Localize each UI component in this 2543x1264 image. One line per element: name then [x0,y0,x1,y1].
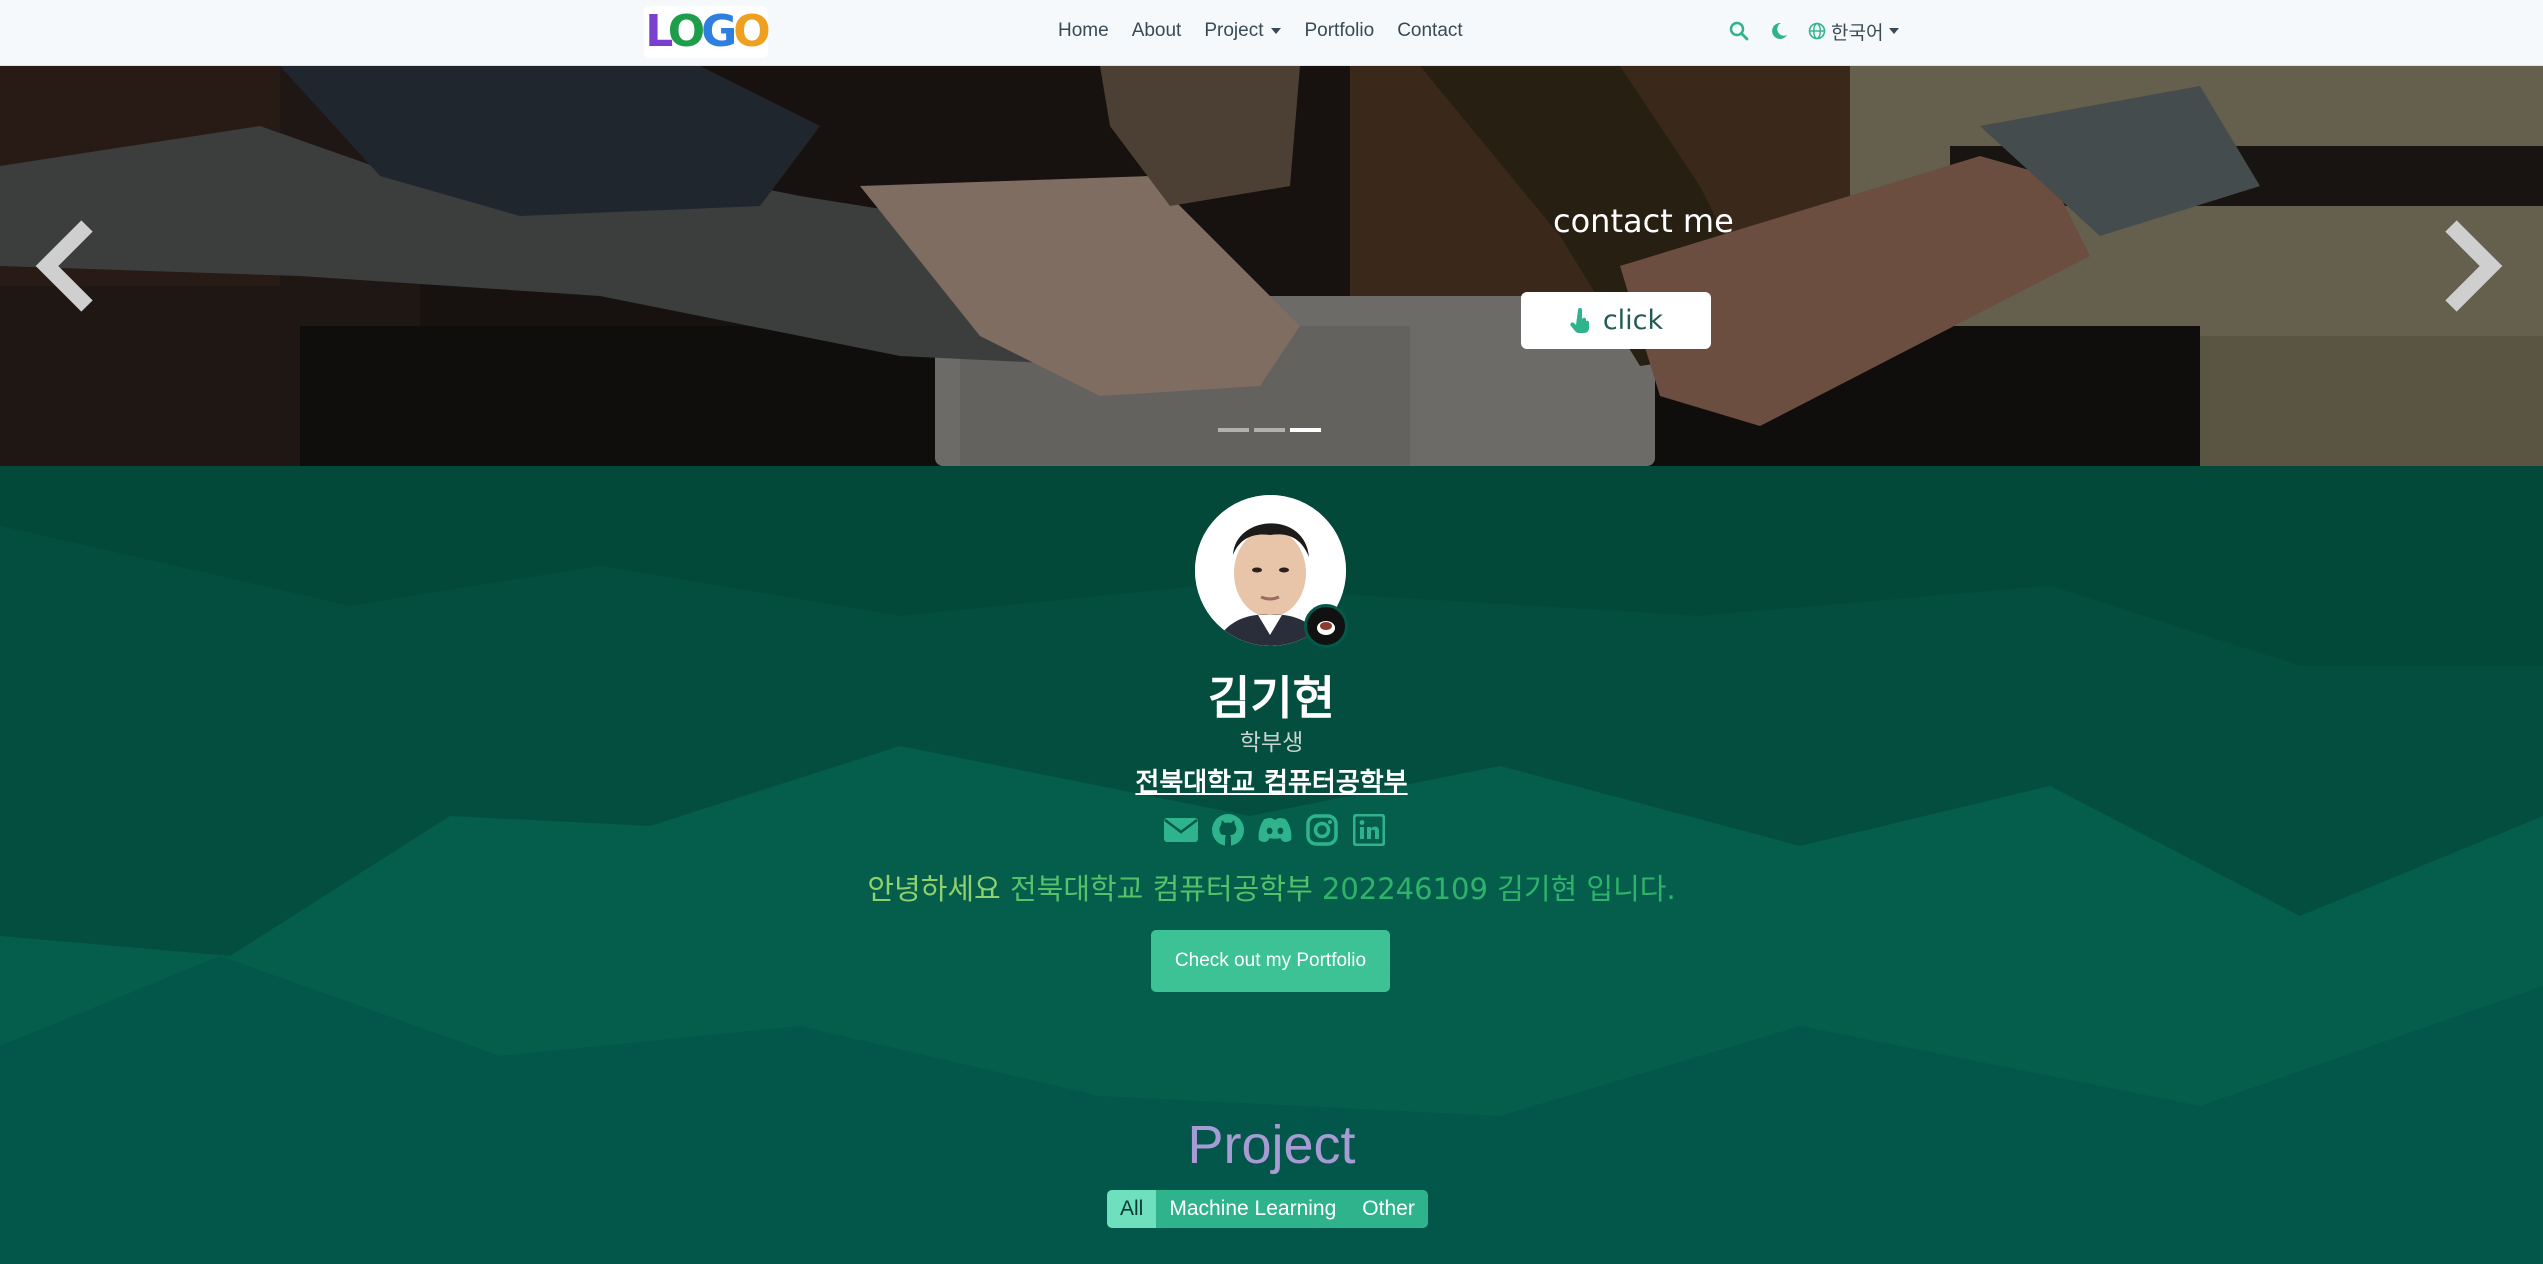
chevron-right-icon [2445,220,2503,312]
portfolio-cta-button[interactable]: Check out my Portfolio [1151,930,1390,992]
nav-links: Home About Project Portfolio Contact [1058,0,1486,62]
linkedin-icon[interactable] [1351,813,1387,847]
carousel-caption: contact me [1553,202,1734,240]
logo[interactable]: LOGO [644,6,771,58]
profile-name: 김기현 [1208,671,1335,725]
language-label: 한국어 [1831,21,1884,44]
carousel-indicator-2[interactable] [1254,428,1285,432]
nav-contact[interactable]: Contact [1397,20,1462,42]
filter-other-button[interactable]: Other [1349,1190,1428,1228]
profile-role: 학부생 [1239,730,1304,756]
social-links [1163,813,1398,847]
navbar: LOGO Home About Project Portfolio Contac… [0,0,2543,66]
carousel-click-button[interactable]: click [1521,292,1711,349]
hero-carousel: contact me click [0,66,2543,466]
nav-about[interactable]: About [1132,20,1182,42]
profile-section: 김기현 학부생 전북대학교 컴퓨터공학부 안녕하세요 전북대학교 컴퓨터공학부 … [0,466,2543,1264]
carousel-indicator-3[interactable] [1290,428,1321,432]
profile-school-link[interactable]: 전북대학교 컴퓨터공학부 [0,762,2543,799]
chevron-left-icon [35,220,93,312]
github-icon[interactable] [1210,813,1246,847]
intro-school: 전북대학교 컴퓨터공학부 [1009,872,1313,906]
discord-icon[interactable] [1257,813,1293,847]
instagram-icon[interactable] [1304,813,1340,847]
carousel-click-label: click [1602,305,1664,336]
carousel-slide-image [0,66,2543,466]
project-filter-group: All Machine Learning Other [1107,1190,1428,1228]
language-dropdown[interactable]: 한국어 [1808,18,1900,45]
nav-right: 한국어 [1728,0,1900,62]
nav-project-label: Project [1204,20,1264,41]
carousel-caption-title: contact me [1553,202,1734,240]
envelope-icon[interactable] [1163,813,1199,847]
moon-icon[interactable] [1768,20,1790,42]
carousel-prev-button[interactable] [32,216,102,316]
filter-all-button[interactable]: All [1107,1190,1157,1228]
logo-text: LOGO [645,6,770,57]
search-icon[interactable] [1728,20,1750,42]
intro-greeting: 안녕하세요 [867,872,1001,906]
nav-project-dropdown[interactable]: Project [1204,20,1282,42]
chevron-down-icon [1889,28,1900,34]
filter-machine-learning-button[interactable]: Machine Learning [1156,1190,1350,1228]
carousel-indicator-1[interactable] [1218,428,1249,432]
project-section-title: Project [1187,1115,1356,1175]
coffee-badge-icon [1304,604,1348,648]
hand-pointer-icon [1570,307,1589,333]
intro-text: 안녕하세요 전북대학교 컴퓨터공학부 202246109 김기현 입니다. [0,866,2543,908]
chevron-down-icon [1271,28,1282,34]
intro-student: 202246109 김기현 입니다. [1321,872,1676,906]
globe-icon [1808,22,1826,40]
carousel-next-button[interactable] [2436,216,2506,316]
nav-home[interactable]: Home [1058,20,1109,42]
carousel-indicators [1218,428,1326,432]
nav-portfolio[interactable]: Portfolio [1304,20,1374,42]
